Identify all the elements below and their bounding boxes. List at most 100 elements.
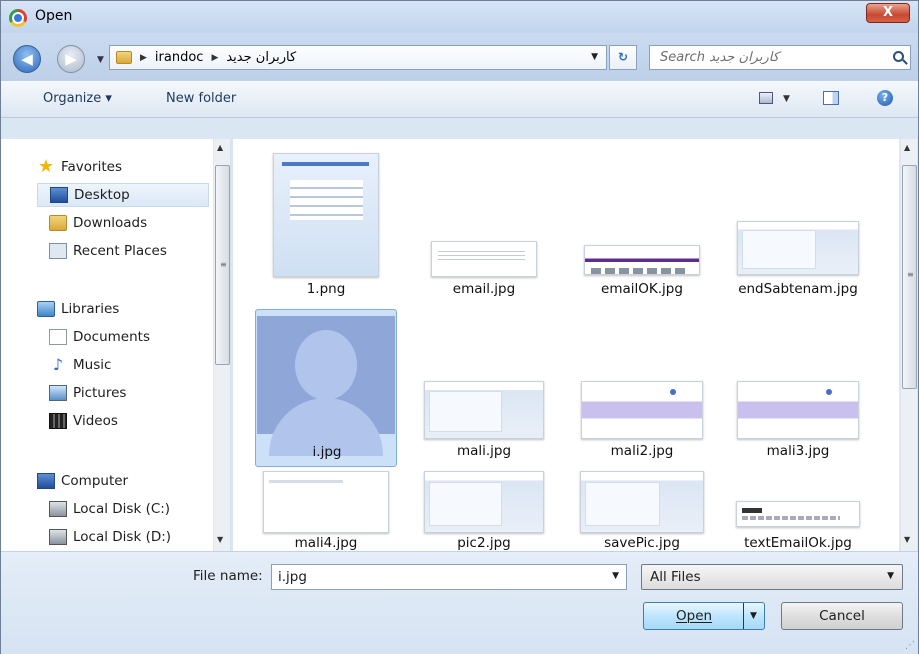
file-name: textEmailOk.jpg (744, 535, 852, 551)
drive-icon (49, 529, 67, 545)
file-item[interactable]: 1.png (255, 145, 397, 303)
scroll-thumb[interactable]: ≡ (902, 165, 917, 389)
file-item[interactable]: savePic.jpg (571, 465, 713, 551)
nav-music[interactable]: ♪ Music (49, 353, 209, 377)
chrome-icon (9, 9, 27, 27)
new-folder-button[interactable]: New folder (166, 91, 236, 106)
file-item[interactable]: mali4.jpg (255, 465, 397, 551)
nav-label: Videos (73, 413, 118, 429)
file-name: emailOK.jpg (601, 281, 683, 297)
title-bar: Open X (1, 1, 918, 33)
close-button[interactable]: X (866, 3, 910, 23)
breadcrumb-irandoc[interactable]: irandoc (155, 50, 204, 65)
search-placeholder: Search کاربران جدید (660, 50, 779, 65)
preview-pane-icon[interactable] (823, 91, 839, 105)
file-item[interactable]: mali3.jpg (727, 309, 869, 467)
files-scrollbar[interactable]: ▲ ≡ ▼ (900, 139, 917, 551)
nav-label: Desktop (74, 187, 130, 203)
nav-videos[interactable]: Videos (49, 409, 209, 433)
resize-grip-icon[interactable]: ⋰ (905, 640, 915, 651)
file-item[interactable]: mali2.jpg (571, 309, 713, 467)
file-name: mali2.jpg (610, 443, 674, 459)
nav-label: Local Disk (C:) (73, 501, 171, 517)
file-name: email.jpg (452, 281, 516, 297)
command-toolbar: Organize ▾ New folder ▼ ? (1, 81, 918, 118)
music-note-icon: ♪ (52, 355, 64, 374)
file-name: pic2.jpg (457, 535, 511, 551)
address-dropdown-icon[interactable]: ▼ (591, 52, 598, 62)
address-row: ◀ ▶ ▼ ▶ irandoc ▶ کاربران جدید ▼ ↻ Searc… (1, 33, 918, 81)
folder-icon (116, 51, 132, 64)
desktop-icon (50, 187, 68, 203)
scroll-down-icon[interactable]: ▼ (904, 535, 910, 544)
search-input[interactable]: Search کاربران جدید (649, 45, 911, 70)
file-type-select[interactable]: All Files ▼ (641, 564, 903, 590)
nav-label: Local Disk (D:) (73, 529, 172, 545)
chevron-right-icon[interactable]: ▶ (211, 53, 218, 63)
nav-downloads[interactable]: Downloads (49, 211, 209, 235)
chevron-right-icon[interactable]: ▶ (140, 53, 147, 63)
file-name: mali3.jpg (766, 443, 830, 459)
change-view-icon[interactable] (759, 92, 773, 104)
search-icon[interactable] (893, 51, 904, 62)
open-button[interactable]: Open ▼ (643, 602, 765, 630)
nav-libraries[interactable]: Libraries (37, 297, 207, 321)
open-options-dropdown-icon[interactable]: ▼ (750, 611, 760, 621)
open-file-dialog: Open X ◀ ▶ ▼ ▶ irandoc ▶ کاربران جدید ▼ … (0, 0, 919, 654)
scroll-down-icon[interactable]: ▼ (217, 535, 223, 544)
file-name: mali4.jpg (294, 535, 358, 551)
nav-favorites[interactable]: ★ Favorites (37, 155, 207, 179)
refresh-button[interactable]: ↻ (609, 45, 637, 70)
scroll-up-icon[interactable]: ▲ (217, 143, 223, 152)
nav-label: Computer (61, 473, 129, 489)
file-item[interactable]: textEmailOk.jpg (727, 465, 869, 551)
organize-menu[interactable]: Organize ▾ (43, 91, 112, 106)
nav-label: Favorites (61, 159, 122, 175)
file-item[interactable]: endSabtenam.jpg (727, 145, 869, 303)
scroll-up-icon[interactable]: ▲ (904, 143, 910, 152)
scroll-thumb[interactable]: ≡ (215, 165, 230, 365)
recent-locations-dropdown[interactable]: ▼ (97, 55, 104, 65)
split-divider (743, 603, 744, 629)
file-name: i.jpg (312, 444, 342, 460)
cancel-button[interactable]: Cancel (781, 602, 903, 630)
nav-local-disk-d[interactable]: Local Disk (D:) (49, 525, 209, 549)
file-item[interactable]: emailOK.jpg (571, 145, 713, 303)
user-avatar-icon (257, 316, 395, 456)
navigation-pane: ★ Favorites Desktop Downloads Recent Pla… (1, 139, 231, 551)
file-name: 1.png (306, 281, 346, 297)
chevron-down-icon[interactable]: ▼ (612, 571, 619, 581)
nav-recent-places[interactable]: Recent Places (49, 239, 209, 263)
nav-label: Recent Places (73, 243, 167, 259)
file-name-label: File name: (193, 568, 263, 584)
file-item[interactable]: email.jpg (413, 145, 555, 303)
pictures-icon (49, 385, 67, 401)
nav-scrollbar[interactable]: ▲ ≡ ▼ (213, 139, 230, 551)
back-button[interactable]: ◀ (13, 45, 41, 73)
nav-label: Documents (73, 329, 150, 345)
nav-desktop[interactable]: Desktop (37, 183, 209, 207)
file-item-selected[interactable]: i.jpg (255, 309, 397, 467)
breadcrumb[interactable]: ▶ irandoc ▶ کاربران جدید ▼ (109, 45, 607, 70)
file-list: 1.png email.jpg emailOK.jpg endSabtenam.… (233, 139, 899, 551)
file-name-field[interactable]: i.jpg ▼ (271, 564, 627, 590)
recent-places-icon (49, 243, 67, 259)
help-icon[interactable]: ? (877, 90, 893, 106)
videos-icon (49, 413, 67, 429)
downloads-icon (49, 215, 67, 231)
nav-local-disk-c[interactable]: Local Disk (C:) (49, 497, 209, 521)
breadcrumb-current-folder[interactable]: کاربران جدید (226, 50, 296, 65)
nav-label: Downloads (73, 215, 148, 231)
nav-pictures[interactable]: Pictures (49, 381, 209, 405)
nav-documents[interactable]: Documents (49, 325, 209, 349)
nav-computer[interactable]: Computer (37, 469, 207, 493)
forward-button[interactable]: ▶ (57, 45, 85, 73)
star-icon: ★ (37, 156, 55, 177)
drive-icon (49, 501, 67, 517)
file-item[interactable]: mali.jpg (413, 309, 555, 467)
nav-label: Libraries (61, 301, 120, 317)
file-item[interactable]: pic2.jpg (413, 465, 555, 551)
view-options-dropdown[interactable]: ▼ (783, 94, 790, 104)
file-name-value: i.jpg (278, 569, 307, 585)
open-label: Open (676, 608, 713, 624)
